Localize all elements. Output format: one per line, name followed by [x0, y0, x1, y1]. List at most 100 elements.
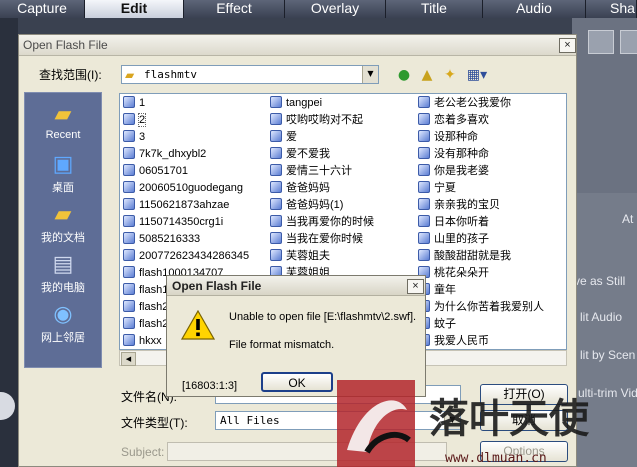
file-item[interactable]: flash2: [123, 316, 168, 332]
flash-file-icon: [270, 147, 282, 160]
file-name: 爱: [286, 131, 297, 143]
file-name: 童年: [434, 284, 456, 296]
file-name: 当我再爱你的时候: [286, 216, 374, 228]
file-item[interactable]: 恋着多喜欢: [418, 112, 489, 128]
file-item[interactable]: 当我再爱你的时候: [270, 214, 374, 230]
file-item[interactable]: 2: [123, 112, 147, 128]
watermark-url: www.dlmuan.cn: [445, 451, 547, 466]
place-my-computer[interactable]: ▤ 我的电脑: [25, 251, 101, 295]
flash-file-icon: [123, 249, 135, 262]
flash-file-icon: [123, 215, 135, 228]
file-item[interactable]: 山里的孩子: [418, 231, 489, 247]
watermark-logo: 落叶天使 www.dlmuan.cn: [337, 380, 590, 467]
tab-capture[interactable]: Capture: [0, 0, 85, 18]
panel-tool-icon-2[interactable]: [620, 30, 637, 54]
tab-overlay[interactable]: Overlay: [285, 0, 386, 18]
filetype-label: 文件类型(T):: [121, 416, 188, 430]
ok-button[interactable]: OK: [261, 372, 333, 392]
file-item[interactable]: 日本你听着: [418, 214, 489, 230]
file-name: 蚊子: [434, 318, 456, 330]
file-item[interactable]: flash2: [123, 299, 168, 315]
file-name: 设那种命: [434, 131, 478, 143]
look-in-label: 查找范围(I):: [39, 68, 102, 82]
file-name: 当我在爱你时候: [286, 233, 363, 245]
file-item[interactable]: 我爱人民币: [418, 333, 489, 349]
flash-file-icon: [270, 164, 282, 177]
file-item[interactable]: 1150714350crg1i: [123, 214, 223, 230]
file-item[interactable]: 酸酸甜甜就是我: [418, 248, 511, 264]
file-name: 爱不爱我: [286, 148, 330, 160]
message-close-button[interactable]: ×: [407, 279, 424, 294]
file-item[interactable]: 3: [123, 129, 145, 145]
flash-file-icon: [418, 164, 430, 177]
file-item[interactable]: 宁夏: [418, 180, 456, 196]
tab-audio[interactable]: Audio: [483, 0, 586, 18]
panel-tool-icon[interactable]: [588, 30, 614, 54]
tab-share[interactable]: Sha: [586, 0, 637, 18]
view-menu-icon[interactable]: ▦▾: [465, 66, 489, 84]
flash-file-icon: [418, 249, 430, 262]
file-item[interactable]: 爱情三十六计: [270, 163, 352, 179]
split-by-scene-option[interactable]: lit by Scen: [580, 348, 635, 362]
place-my-documents[interactable]: ▰ 我的文档: [25, 201, 101, 245]
file-item[interactable]: 5085216333: [123, 231, 200, 247]
back-icon[interactable]: ●: [395, 66, 413, 84]
file-item[interactable]: 爱不爱我: [270, 146, 330, 162]
warning-icon: [181, 310, 215, 340]
file-name: 1150714350crg1i: [139, 216, 224, 228]
file-item[interactable]: 爸爸妈妈(1): [270, 197, 343, 213]
file-name: 桃花朵朵开: [434, 267, 489, 279]
flash-file-icon: [123, 266, 135, 279]
file-item[interactable]: 06051701: [123, 163, 188, 179]
file-item[interactable]: 哎哟哎哟对不起: [270, 112, 363, 128]
file-item[interactable]: 200772623434286345: [123, 248, 249, 264]
split-audio-option[interactable]: lit Audio: [580, 310, 622, 324]
file-item[interactable]: 爸爸妈妈: [270, 180, 330, 196]
file-name: 5085216333: [139, 233, 201, 245]
new-folder-icon[interactable]: ✦: [441, 66, 459, 84]
tab-effect[interactable]: Effect: [184, 0, 285, 18]
look-in-combo[interactable]: ▰ flashmtv ▼: [121, 65, 379, 84]
message-title: Open Flash File: [172, 279, 262, 293]
file-name: hkxx: [139, 335, 162, 347]
file-item[interactable]: 7k7k_dhxybl2: [123, 146, 206, 162]
file-name: 爱情三十六计: [286, 165, 352, 177]
place-desktop[interactable]: ▣ 桌面: [25, 151, 101, 195]
chevron-down-icon[interactable]: ▼: [362, 66, 378, 83]
scroll-left-icon[interactable]: ◀: [121, 352, 136, 366]
file-item[interactable]: 没有那种命: [418, 146, 489, 162]
desktop-icon: ▣: [52, 151, 74, 176]
file-item[interactable]: 1: [123, 95, 145, 111]
save-as-still-option[interactable]: ve as Still: [574, 274, 625, 288]
up-folder-icon[interactable]: ▲: [418, 66, 436, 84]
file-item[interactable]: tangpei: [270, 95, 322, 111]
file-item[interactable]: 为什么你苦着我爱别人: [418, 299, 544, 315]
file-item[interactable]: 你是我老婆: [418, 163, 489, 179]
file-item[interactable]: 设那种命: [418, 129, 478, 145]
file-item[interactable]: 爱: [270, 129, 297, 145]
file-item[interactable]: 老公老公我爱你: [418, 95, 511, 111]
flash-file-icon: [270, 130, 282, 143]
file-name: 1: [139, 97, 146, 109]
file-item[interactable]: 亲亲我的宝贝: [418, 197, 500, 213]
file-name: 老公老公我爱你: [434, 97, 511, 109]
message-title-bar: Open Flash File ×: [167, 276, 425, 296]
flash-file-icon: [418, 198, 430, 211]
file-item[interactable]: 桃花朵朵开: [418, 265, 489, 281]
tab-title[interactable]: Title: [386, 0, 483, 18]
dialog-close-button[interactable]: ×: [559, 38, 576, 53]
place-recent[interactable]: ▰ Recent: [25, 101, 101, 141]
file-item[interactable]: 当我在爱你时候: [270, 231, 363, 247]
file-item[interactable]: 芙蓉姐夫: [270, 248, 330, 264]
computer-icon: ▤: [52, 251, 74, 276]
file-item[interactable]: 1150621873ahzae: [123, 197, 229, 213]
file-item[interactable]: 20060510guodegang: [123, 180, 243, 196]
place-network[interactable]: ◉ 网上邻居: [25, 301, 101, 345]
flash-file-icon: [123, 317, 135, 330]
tab-edit[interactable]: Edit: [85, 0, 184, 18]
error-message-line1: Unable to open file [E:\flashmtv\2.swf].: [229, 311, 417, 323]
file-item[interactable]: hkxx: [123, 333, 162, 349]
dialog-title-bar: Open Flash File ×: [19, 35, 576, 56]
file-name: 200772623434286345: [139, 250, 250, 262]
file-item[interactable]: flash1: [123, 282, 168, 298]
